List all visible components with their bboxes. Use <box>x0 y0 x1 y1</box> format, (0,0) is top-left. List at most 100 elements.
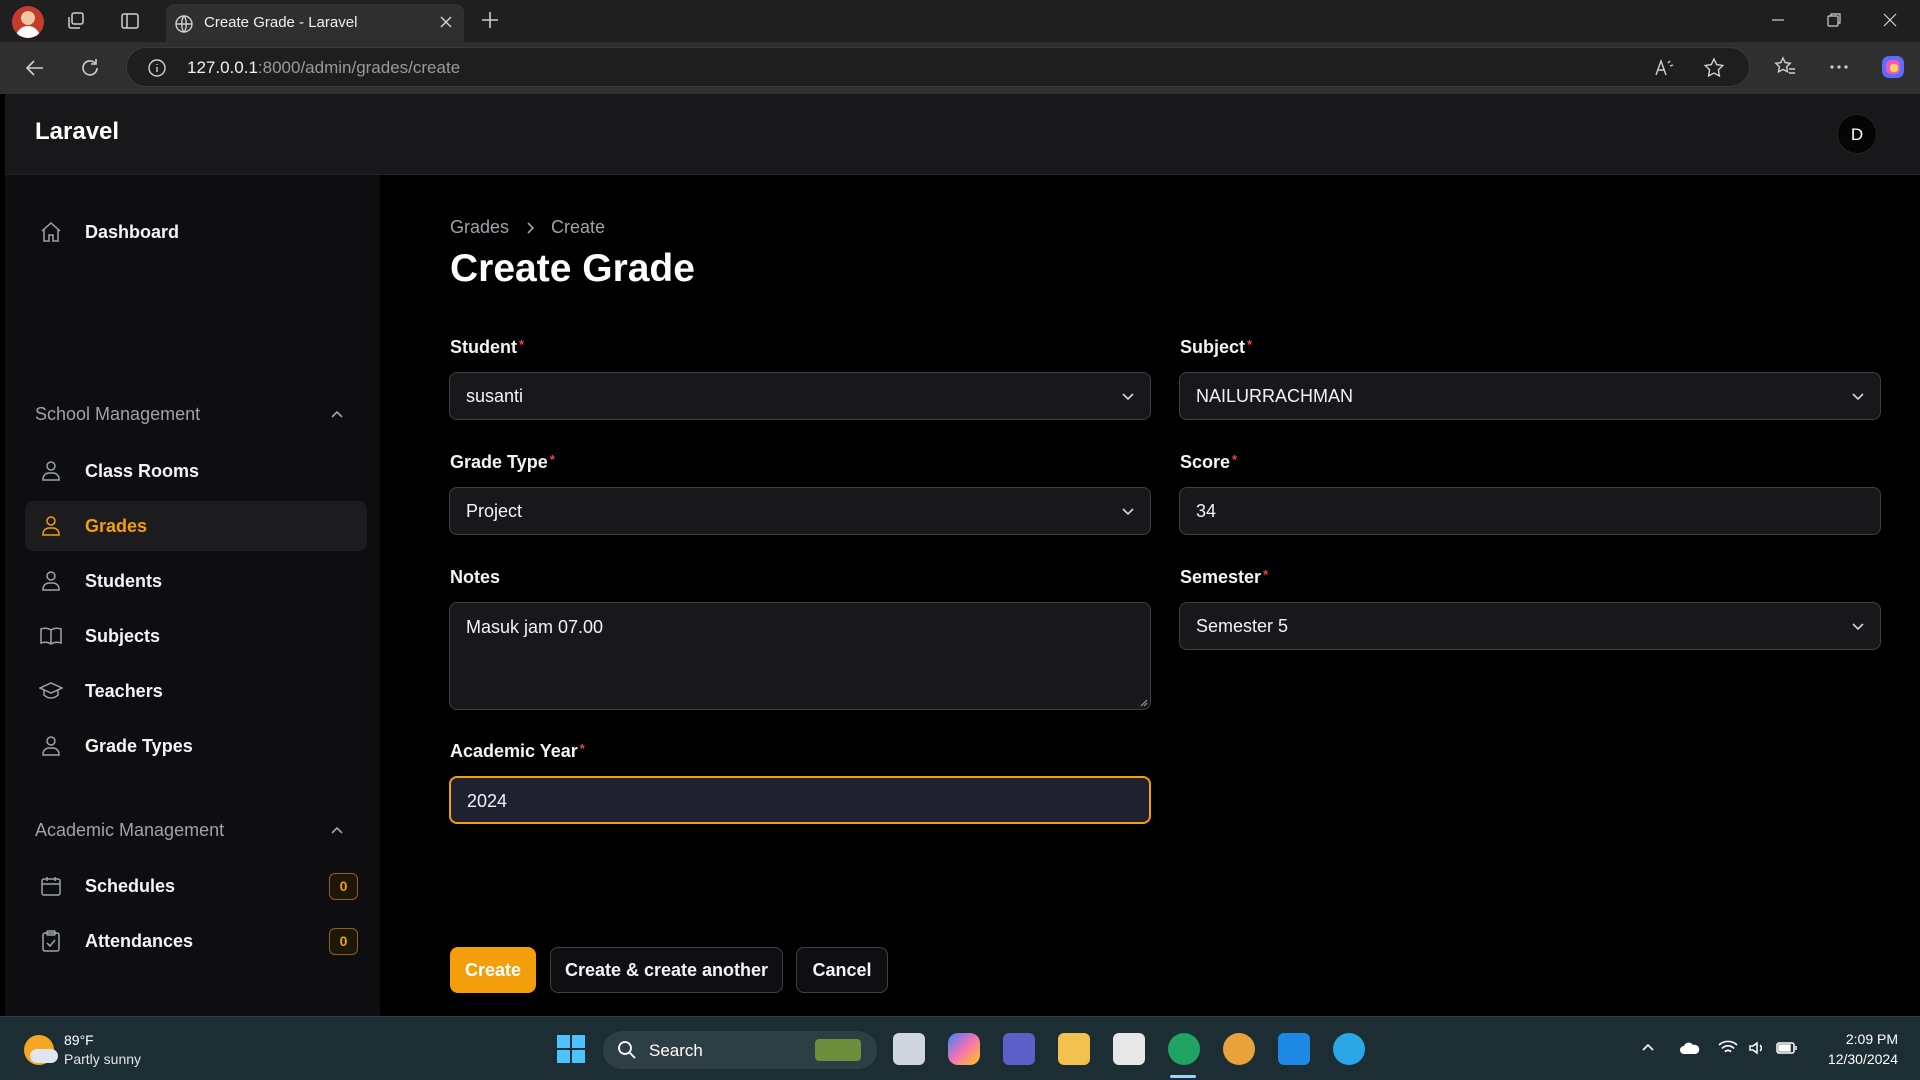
battery-icon[interactable] <box>1776 1040 1798 1056</box>
brand-logo[interactable]: Laravel <box>35 118 119 146</box>
required-mark: * <box>1232 452 1238 467</box>
sidebar-item-label: Grades <box>85 516 148 536</box>
user-icon <box>39 734 63 758</box>
subject-value: NAILURRACHMAN <box>1196 386 1354 406</box>
minimize-icon[interactable] <box>1770 12 1786 28</box>
sidebar: Dashboard School Management Class Rooms … <box>5 175 380 1016</box>
group-label: Academic Management <box>35 820 225 840</box>
copilot-app-icon[interactable] <box>948 1033 980 1065</box>
subject-select[interactable]: NAILURRACHMAN <box>1179 372 1881 420</box>
notes-textarea[interactable]: Masuk jam 07.00 <box>449 602 1151 710</box>
workspaces-icon[interactable] <box>66 11 86 31</box>
read-aloud-icon[interactable] <box>1653 57 1675 79</box>
chevron-right-icon <box>523 221 537 235</box>
search-highlight-icon <box>815 1039 861 1061</box>
cancel-button[interactable]: Cancel <box>796 947 888 993</box>
sidebar-item-class-rooms[interactable]: Class Rooms <box>25 446 367 496</box>
user-icon <box>39 459 63 483</box>
count-badge: 0 <box>329 873 358 900</box>
sidebar-item-grades[interactable]: Grades <box>25 501 367 551</box>
sidebar-item-label: Grade Types <box>85 736 193 756</box>
semester-select[interactable]: Semester 5 <box>1179 602 1881 650</box>
required-mark: * <box>1247 337 1253 352</box>
chevron-up-icon[interactable] <box>1640 1040 1656 1056</box>
resize-handle-icon[interactable] <box>1138 697 1148 707</box>
user-icon <box>39 514 63 538</box>
breadcrumb-create: Create <box>551 217 606 237</box>
medal-app-icon[interactable] <box>1223 1033 1255 1065</box>
student-value: susanti <box>466 386 524 406</box>
taskbar-search[interactable]: Search <box>603 1031 877 1069</box>
onedrive-cloud-icon[interactable] <box>1678 1040 1700 1056</box>
clipboard-check-icon <box>39 929 63 953</box>
app-topbar: Laravel D <box>5 94 1920 175</box>
required-mark: * <box>519 337 525 352</box>
chevron-up-icon[interactable] <box>329 407 345 423</box>
favorite-star-icon[interactable] <box>1703 57 1725 79</box>
student-select[interactable]: susanti <box>449 372 1151 420</box>
new-tab-icon[interactable] <box>480 10 500 30</box>
weather-temp: 89°F <box>64 1032 94 1048</box>
sidebar-item-students[interactable]: Students <box>25 556 367 606</box>
academic-year-input[interactable]: 2024 <box>449 776 1151 824</box>
calendar-icon <box>39 874 63 898</box>
required-mark: * <box>549 452 555 467</box>
group-label: School Management <box>35 404 201 424</box>
sidebar-item-grade-types[interactable]: Grade Types <box>25 721 367 771</box>
group-school-management[interactable]: School Management <box>35 399 355 429</box>
graduation-cap-icon <box>39 679 63 703</box>
create-another-button[interactable]: Create & create another <box>550 947 783 993</box>
sidebar-item-attendances[interactable]: Attendances 0 <box>25 916 367 966</box>
sidebar-item-label: Attendances <box>85 931 194 951</box>
active-tab[interactable]: Create Grade - Laravel <box>166 4 464 42</box>
clock-time[interactable]: 2:09 PM <box>1808 1031 1898 1047</box>
sidebar-item-subjects[interactable]: Subjects <box>25 611 367 661</box>
sidebar-item-teachers[interactable]: Teachers <box>25 666 367 716</box>
favorites-icon[interactable] <box>1774 56 1796 78</box>
wifi-icon[interactable] <box>1718 1040 1738 1056</box>
grade-type-select[interactable]: Project <box>449 487 1151 535</box>
breadcrumb-grades[interactable]: Grades <box>450 217 509 238</box>
breadcrumb: Grades Create <box>450 217 605 238</box>
volume-icon[interactable] <box>1748 1040 1766 1056</box>
close-tab-icon[interactable] <box>438 14 454 30</box>
close-window-icon[interactable] <box>1882 12 1898 28</box>
sidebar-item-label: Subjects <box>85 626 161 646</box>
chevron-down-icon <box>1120 503 1136 519</box>
filament-app: Laravel D Dashboard School Management Cl… <box>5 94 1920 1016</box>
edge-browser-icon[interactable] <box>1168 1033 1200 1065</box>
url-input[interactable]: 127.0.0.1:8000/admin/grades/create <box>126 47 1750 87</box>
teams-icon[interactable] <box>1003 1033 1035 1065</box>
tab-actions-icon[interactable] <box>120 11 140 31</box>
sidebar-item-dashboard[interactable]: Dashboard <box>25 207 367 257</box>
required-mark: * <box>579 741 585 756</box>
create-button[interactable]: Create <box>450 947 536 993</box>
store-icon[interactable] <box>1113 1033 1145 1065</box>
more-options-icon[interactable] <box>1828 56 1850 78</box>
globe-icon <box>174 14 194 34</box>
task-view-icon[interactable] <box>893 1033 925 1065</box>
chevron-down-icon <box>1850 618 1866 634</box>
site-info-icon[interactable] <box>147 58 167 78</box>
sidebar-item-label: Class Rooms <box>85 461 200 481</box>
copilot-icon[interactable] <box>1880 54 1906 80</box>
refresh-icon[interactable] <box>79 57 101 79</box>
user-avatar[interactable]: D <box>1837 114 1877 154</box>
group-academic-management[interactable]: Academic Management <box>35 815 355 845</box>
vscode-icon[interactable] <box>1278 1033 1310 1065</box>
search-label: Search <box>649 1041 703 1060</box>
chevron-up-icon[interactable] <box>329 823 345 839</box>
weather-desc: Partly sunny <box>64 1051 142 1067</box>
score-input[interactable]: 34 <box>1179 487 1881 535</box>
chevron-down-icon <box>1120 388 1136 404</box>
app-icon[interactable] <box>1333 1033 1365 1065</box>
sidebar-item-label: Dashboard <box>85 222 180 242</box>
file-explorer-icon[interactable] <box>1058 1033 1090 1065</box>
clock-date[interactable]: 12/30/2024 <box>1808 1051 1898 1067</box>
windows-start-icon[interactable] <box>556 1034 586 1064</box>
sidebar-item-schedules[interactable]: Schedules 0 <box>25 861 367 911</box>
semester-label: Semester * <box>1180 567 1269 587</box>
restore-icon[interactable] <box>1826 12 1842 28</box>
back-icon[interactable] <box>24 57 46 79</box>
profile-avatar[interactable] <box>12 6 44 38</box>
